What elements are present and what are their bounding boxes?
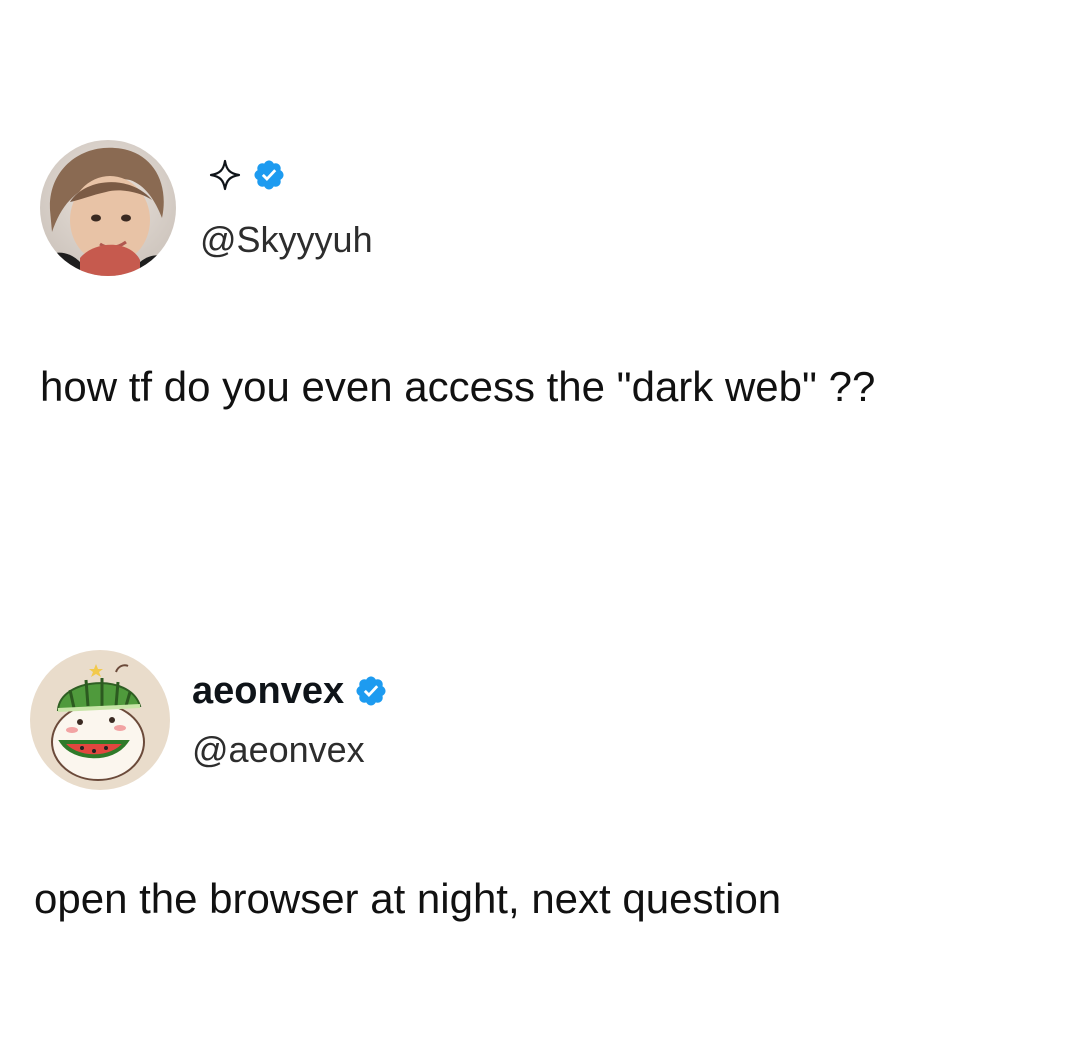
avatar[interactable] [30, 650, 170, 790]
tweet-text: how tf do you even access the "dark web"… [40, 363, 876, 410]
verified-badge-icon [354, 674, 388, 708]
handle[interactable]: @aeonvex [192, 732, 365, 768]
verified-badge-icon [252, 158, 286, 192]
display-name[interactable]: aeonvex [192, 672, 388, 710]
display-name-text: aeonvex [192, 670, 345, 712]
tweet-text: open the browser at night, next question [34, 875, 782, 922]
sparkle-icon [208, 158, 242, 192]
display-name[interactable] [198, 158, 286, 192]
avatar[interactable] [40, 140, 176, 276]
handle[interactable]: @Skyyyuh [200, 222, 373, 258]
